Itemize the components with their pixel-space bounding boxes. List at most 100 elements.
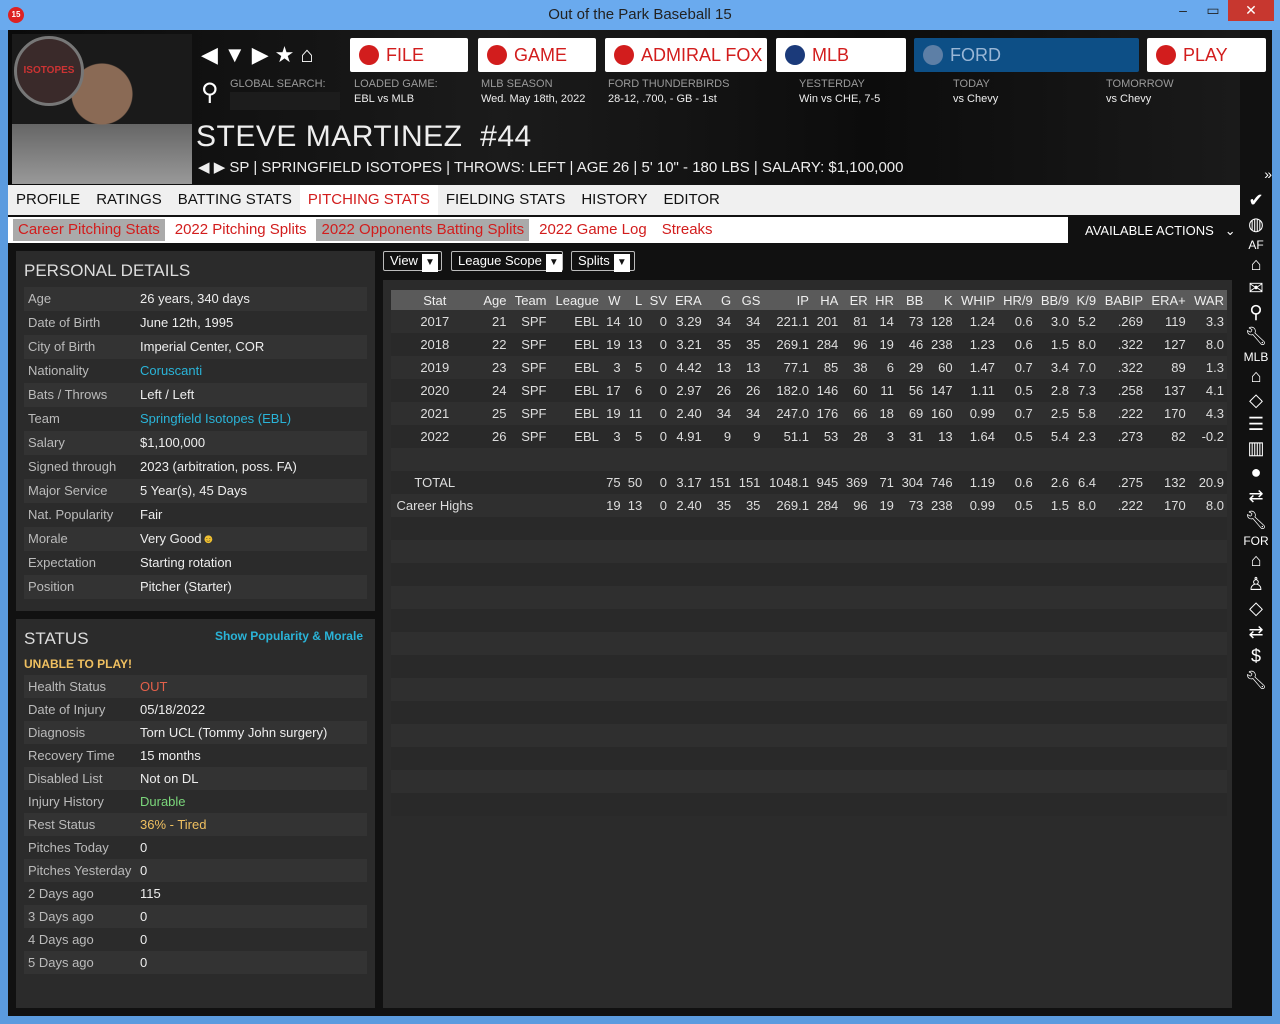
maximize-button[interactable]: ▭ [1198,0,1228,21]
diamond-icon[interactable]: ◇ [1240,390,1272,414]
home-icon[interactable]: ⌂ [1240,366,1272,390]
baseball-icon[interactable]: ● [1240,462,1272,486]
tab-editor[interactable]: EDITOR [655,185,727,215]
tab-history[interactable]: HISTORY [573,185,655,215]
column-header[interactable]: L [623,290,646,310]
column-header[interactable]: BABIP [1099,290,1146,310]
table-cell: .222 [1099,494,1146,517]
team-record: FORD THUNDERBIRDS 28-12, .700, - GB - 1st [608,78,729,105]
home-icon[interactable]: ⌂ [1240,254,1272,278]
table-cell [1099,540,1146,563]
yesterday[interactable]: YESTERDAY Win vs CHE, 7-5 [781,78,880,105]
home-icon[interactable]: ⌂ [1240,550,1272,574]
manager-icon[interactable]: ♙ [1240,574,1272,598]
wrench-icon[interactable]: 🔧︎ [1240,510,1272,534]
splits-dropdown[interactable]: Splits ▼ [571,251,635,272]
column-header[interactable]: SV [645,290,670,310]
column-header[interactable]: G [704,290,735,310]
prev-next-player-icon[interactable]: ◀ ▶ [198,159,229,176]
star-icon[interactable]: ★ [275,42,301,67]
mail-icon[interactable]: ✉ [1240,278,1272,302]
file-button[interactable]: FILE [350,38,468,72]
table-cell [549,540,602,563]
league-scope-dropdown[interactable]: League Scope ▼ [451,251,563,272]
tab-batting-stats[interactable]: BATTING STATS [170,185,300,215]
transfer-icon[interactable]: ⇄ [1240,486,1272,510]
tomorrow[interactable]: TOMORROW vs Chevy [1106,78,1174,105]
search-icon[interactable]: ⚲ [201,78,219,107]
detail-value[interactable]: Coruscanti [140,359,202,383]
subtab-4[interactable]: Streaks [657,219,718,241]
column-header[interactable]: BB [896,290,927,310]
dollar-icon[interactable]: $ [1240,646,1272,670]
show-popularity-morale-link[interactable]: Show Popularity & Morale [215,629,363,643]
column-header[interactable]: BB/9 [1035,290,1072,310]
column-header[interactable]: Stat [391,290,479,310]
view-dropdown[interactable]: View ▼ [383,251,442,272]
column-header[interactable]: WAR [1188,290,1227,310]
admiral-fox-button[interactable]: ADMIRAL FOX [605,38,767,72]
game-button[interactable]: GAME [478,38,596,72]
column-header[interactable]: ERA+ [1146,290,1189,310]
column-header[interactable]: League [549,290,602,310]
table-cell: 13 [704,356,735,379]
chart-icon[interactable]: ▥ [1240,438,1272,462]
subtab-0[interactable]: Career Pitching Stats [13,219,165,241]
close-button[interactable]: ✕ [1228,0,1274,21]
column-header[interactable]: HR [870,290,897,310]
tab-ratings[interactable]: RATINGS [88,185,170,215]
minimize-button[interactable]: – [1168,0,1198,21]
list-icon[interactable]: ☰ [1240,414,1272,438]
today[interactable]: TODAY vs Chevy [953,78,998,105]
column-header[interactable]: GS [734,290,764,310]
column-header[interactable]: K [926,290,956,310]
globe-icon[interactable]: ◍ [1240,214,1272,238]
transfer-icon[interactable]: ⇄ [1240,622,1272,646]
detail-label: Recovery Time [28,748,115,763]
column-header[interactable]: W [601,290,624,310]
diamond-icon[interactable]: ◇ [1240,598,1272,622]
table-cell [896,655,927,678]
detail-row: Position Pitcher (Starter) [24,575,367,599]
column-header[interactable]: HR/9 [998,290,1036,310]
ford-button[interactable]: FORD [914,38,1139,72]
column-header[interactable]: ER [841,290,871,310]
subtab-2[interactable]: 2022 Opponents Batting Splits [316,219,530,241]
detail-label: Age [28,291,52,306]
tab-fielding-stats[interactable]: FIELDING STATS [438,185,573,215]
table-cell [478,586,510,609]
table-cell [623,724,646,747]
table-cell [623,632,646,655]
expand-icon[interactable]: » [1240,166,1272,190]
column-header[interactable]: WHIP [955,290,998,310]
search-icon[interactable]: ⚲ [1240,302,1272,326]
back-icon[interactable]: ◀ [201,42,224,67]
wrench-icon[interactable]: 🔧︎ [1240,670,1272,694]
ford-label: FORD [950,45,1001,65]
forward-icon[interactable]: ▶ [252,42,275,67]
subtab-3[interactable]: 2022 Game Log [534,219,652,241]
detail-value[interactable]: Springfield Isotopes (EBL) [140,407,291,431]
column-header[interactable]: ERA [670,290,705,310]
tab-profile[interactable]: PROFILE [8,185,88,215]
play-button[interactable]: PLAY [1147,38,1266,72]
tab-pitching-stats[interactable]: PITCHING STATS [299,185,438,215]
column-header[interactable]: Age [478,290,510,310]
subtab-1[interactable]: 2022 Pitching Splits [170,219,312,241]
column-header[interactable]: Team [509,290,550,310]
dropdown-icon[interactable]: ▼ [224,42,252,67]
global-search-input[interactable] [230,92,340,110]
home-icon[interactable]: ⌂ [300,42,319,67]
column-header[interactable]: K/9 [1072,290,1100,310]
table-cell [645,517,670,540]
wrench-icon[interactable]: 🔧︎ [1240,326,1272,350]
table-row [391,563,1227,586]
table-cell: 5.8 [1072,402,1100,425]
available-actions-button[interactable]: AVAILABLE ACTIONS ⌄ [1085,223,1236,239]
table-cell [509,448,550,471]
checkmark-icon[interactable]: ✔ [1240,190,1272,214]
column-header[interactable]: HA [811,290,842,310]
mlb-button[interactable]: MLB [776,38,906,72]
column-header[interactable]: IP [763,290,812,310]
main-tabs: PROFILE RATINGS BATTING STATS PITCHING STAT… [8,185,1240,215]
